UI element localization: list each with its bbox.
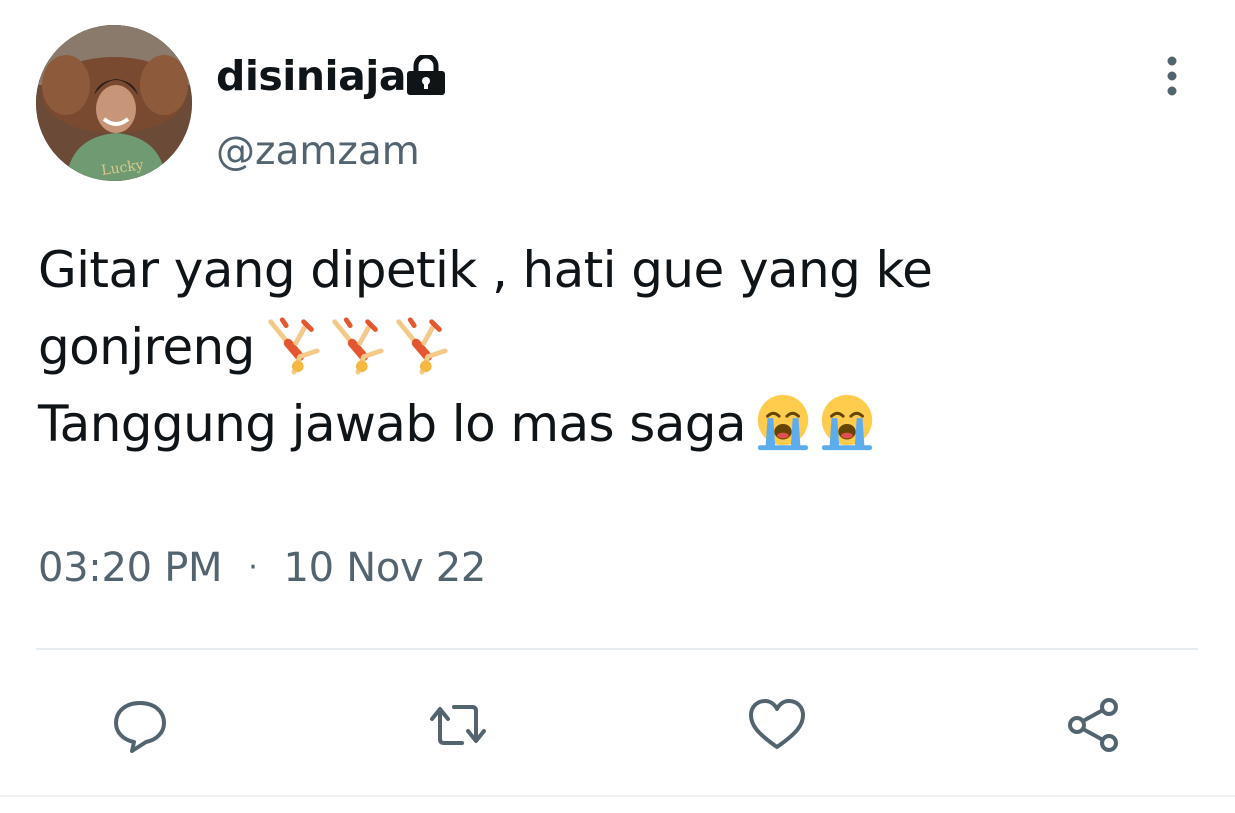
- tweet-text-line-2: gonjreng: [38, 309, 1188, 386]
- tweet-time: 03:20 PM: [38, 545, 223, 591]
- retweet-button[interactable]: [423, 690, 493, 760]
- tweet-card: Lucky disiniaja @zamzam Gitar yang dipet…: [0, 0, 1235, 813]
- loudly-crying-face-emoji: [757, 394, 809, 451]
- person-cartwheeling-emoji: [332, 317, 384, 375]
- meta-separator: ·: [248, 550, 258, 585]
- reply-icon: [114, 701, 166, 753]
- user-handle[interactable]: @zamzam: [216, 126, 420, 178]
- retweet-icon: [430, 705, 486, 745]
- share-icon: [1068, 698, 1118, 752]
- lock-icon: [407, 55, 445, 95]
- tweet-timestamp[interactable]: 03:20 PM · 10 Nov 22: [38, 540, 486, 596]
- tweet-text-line-1: Gitar yang dipetik , hati gue yang ke: [38, 241, 933, 299]
- more-options-icon[interactable]: [1152, 52, 1192, 100]
- person-cartwheeling-emoji: [396, 317, 448, 375]
- avatar[interactable]: Lucky: [36, 25, 192, 181]
- loudly-crying-face-emoji: [821, 394, 873, 451]
- tweet-text-line-3-text: Tanggung jawab lo mas saga: [38, 395, 747, 453]
- bottom-border: [0, 795, 1235, 797]
- like-button[interactable]: [742, 690, 812, 760]
- reply-button[interactable]: [105, 690, 175, 760]
- person-cartwheeling-emoji: [268, 317, 320, 375]
- like-icon: [749, 699, 805, 749]
- tweet-text: Gitar yang dipetik , hati gue yang ke go…: [38, 232, 1188, 463]
- avatar-image: Lucky: [36, 25, 192, 181]
- display-name[interactable]: disiniaja: [216, 48, 407, 104]
- tweet-text-line-2-text: gonjreng: [38, 318, 255, 376]
- tweet-text-line-3: Tanggung jawab lo mas saga: [38, 386, 1188, 463]
- share-button[interactable]: [1058, 690, 1128, 760]
- tweet-date: 10 Nov 22: [283, 545, 487, 591]
- divider: [36, 648, 1198, 650]
